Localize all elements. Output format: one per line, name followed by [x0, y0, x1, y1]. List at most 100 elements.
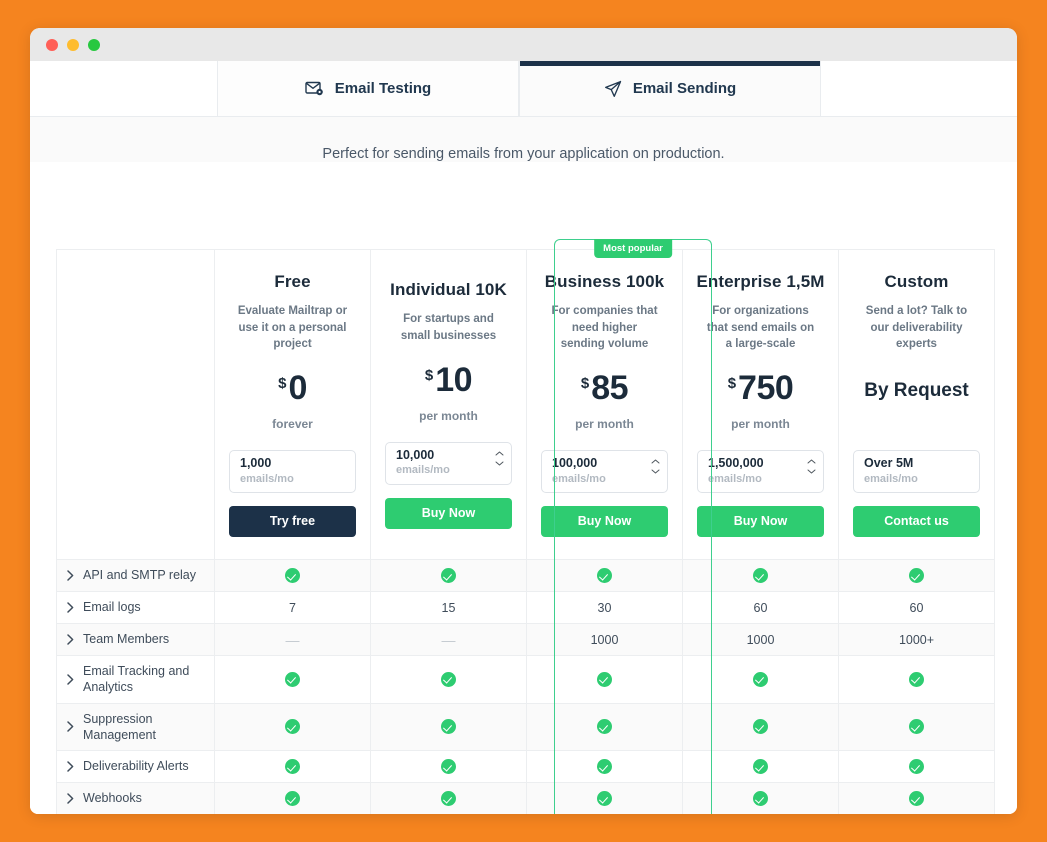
volume-input[interactable]: 1,500,000 emails/mo	[697, 450, 824, 494]
feature-value-text: 1000	[746, 632, 775, 647]
volume-input-placeholder: emails/mo	[396, 464, 450, 477]
feature-value-cell	[370, 655, 527, 704]
plan-cta-button[interactable]: Buy Now	[541, 506, 668, 538]
plan-name: Free	[274, 272, 311, 291]
tab-email-sending-label: Email Sending	[632, 80, 737, 97]
feature-value-cell	[214, 559, 371, 593]
paper-plane-icon	[604, 80, 622, 98]
check-icon	[285, 759, 300, 775]
plan-price: $750	[691, 371, 830, 411]
plan-description: For companies that need higher sending v…	[551, 305, 658, 351]
volume-input-value: 100,000	[552, 456, 598, 471]
plan-period: per month	[419, 408, 478, 423]
plan-header-3: Business 100k For companies that need hig…	[526, 248, 683, 561]
check-icon	[753, 759, 768, 775]
volume-input-placeholder: emails/mo	[552, 472, 606, 485]
feature-row-toggle[interactable]: Suppression Management	[57, 704, 214, 751]
window-titlebar	[30, 28, 1017, 61]
volume-stepper[interactable]	[495, 451, 504, 466]
close-window-button[interactable]	[46, 38, 58, 51]
pricing-comparison-table: Free Evaluate Mailtrap or use it on a per…	[56, 248, 995, 814]
volume-input[interactable]: Over 5M emails/mo	[853, 450, 980, 494]
feature-value-cell	[214, 750, 371, 784]
table-row: API and SMTP relay	[56, 559, 995, 593]
feature-row-toggle[interactable]: Webhooks	[57, 783, 214, 813]
plan-period	[847, 417, 986, 433]
feature-name-label: API and SMTP relay	[83, 568, 197, 583]
feature-name-cell[interactable]: Email Tracking and Analytics	[56, 655, 215, 704]
feature-value-text: 60	[753, 600, 768, 615]
volume-input[interactable]: 100,000 emails/mo	[541, 450, 668, 494]
feature-value-cell	[682, 750, 839, 784]
feature-value-text: 60	[909, 600, 924, 615]
check-icon	[597, 671, 612, 687]
feature-value-cell	[682, 782, 839, 814]
check-icon	[597, 791, 612, 807]
plan-description: For startups and small businesses	[400, 313, 497, 342]
plan-cta-button[interactable]: Buy Now	[697, 506, 824, 538]
plan-name: Custom	[884, 272, 949, 291]
feature-name-label: Email Tracking and Analytics	[83, 664, 190, 695]
plan-name: Enterprise 1,5M	[696, 272, 825, 291]
check-icon	[753, 568, 768, 584]
plan-cta-button[interactable]: Buy Now	[385, 497, 512, 529]
feature-value-cell: 1000+	[838, 623, 995, 657]
feature-row-toggle[interactable]: API and SMTP relay	[57, 560, 214, 590]
feature-name-cell[interactable]: API and SMTP relay	[56, 559, 215, 593]
feature-name-cell[interactable]: Suppression Management	[56, 702, 215, 752]
feature-value-text: 15	[441, 600, 456, 615]
feature-value-cell	[214, 782, 371, 814]
volume-input-value: Over 5M	[864, 456, 914, 471]
plan-name: Business 100k	[544, 272, 665, 291]
feature-name-label: Email logs	[83, 600, 141, 615]
feature-value-cell: —	[370, 623, 527, 657]
chevron-right-icon	[67, 570, 74, 581]
feature-row-toggle[interactable]: Team Members	[57, 624, 214, 654]
check-icon	[909, 759, 924, 775]
feature-value-cell: 30	[526, 591, 683, 625]
volume-stepper[interactable]	[807, 459, 816, 474]
pricing-table-body: API and SMTP relay Email logs 7 15 30 60 60 Tea…	[56, 559, 995, 814]
volume-input[interactable]: 10,000 emails/mo	[385, 441, 512, 485]
zoom-window-button[interactable]	[88, 38, 100, 51]
pricing-table-wrap: Free Evaluate Mailtrap or use it on a per…	[56, 239, 995, 814]
tab-email-testing[interactable]: Email Testing	[217, 61, 519, 116]
feature-name-cell[interactable]: Webhooks	[56, 782, 215, 814]
plan-period: forever	[272, 417, 313, 432]
table-row: Email Tracking and Analytics	[56, 655, 995, 704]
plan-name: Individual 10K	[390, 280, 507, 300]
feature-value-cell: 1000	[526, 623, 683, 657]
feature-name-cell[interactable]: Team Members	[56, 623, 215, 657]
chevron-right-icon	[67, 721, 74, 733]
plan-cta-button[interactable]: Contact us	[853, 506, 980, 538]
feature-row-toggle[interactable]: Email Tracking and Analytics	[57, 656, 214, 703]
check-icon	[753, 791, 768, 807]
volume-stepper[interactable]	[651, 459, 660, 474]
feature-value-cell: 15	[370, 591, 527, 625]
minimize-window-button[interactable]	[67, 38, 79, 51]
check-icon	[441, 719, 456, 735]
not-included-dash-icon: —	[285, 631, 300, 648]
feature-value-cell	[526, 750, 683, 784]
price-currency: $	[278, 375, 287, 393]
feature-row-toggle[interactable]: Deliverability Alerts	[57, 751, 214, 781]
browser-window: Email Testing Email Sending Perfect for …	[30, 28, 1017, 814]
page-subtitle: Perfect for sending emails from your app…	[30, 117, 1017, 162]
feature-name-cell[interactable]: Deliverability Alerts	[56, 750, 215, 784]
feature-value-cell	[214, 702, 371, 752]
feature-value-cell: —	[214, 623, 371, 657]
price-amount: 85	[591, 369, 629, 408]
plan-cta-button[interactable]: Try free	[229, 506, 356, 538]
plan-description: Send a lot? Talk to our deliverability e…	[865, 305, 968, 351]
feature-row-toggle[interactable]: Email logs	[57, 592, 214, 622]
plan-type-tabs: Email Testing Email Sending	[30, 61, 1017, 117]
plan-header-2: Individual 10K For startups and small bus…	[370, 248, 527, 561]
check-icon	[753, 719, 768, 735]
feature-name-cell[interactable]: Email logs	[56, 591, 215, 625]
check-icon	[597, 568, 612, 584]
volume-input[interactable]: 1,000 emails/mo	[229, 450, 356, 494]
plan-price: $85	[535, 371, 674, 411]
tab-email-sending[interactable]: Email Sending	[519, 61, 821, 116]
check-icon	[285, 568, 300, 584]
volume-input-placeholder: emails/mo	[240, 472, 294, 485]
